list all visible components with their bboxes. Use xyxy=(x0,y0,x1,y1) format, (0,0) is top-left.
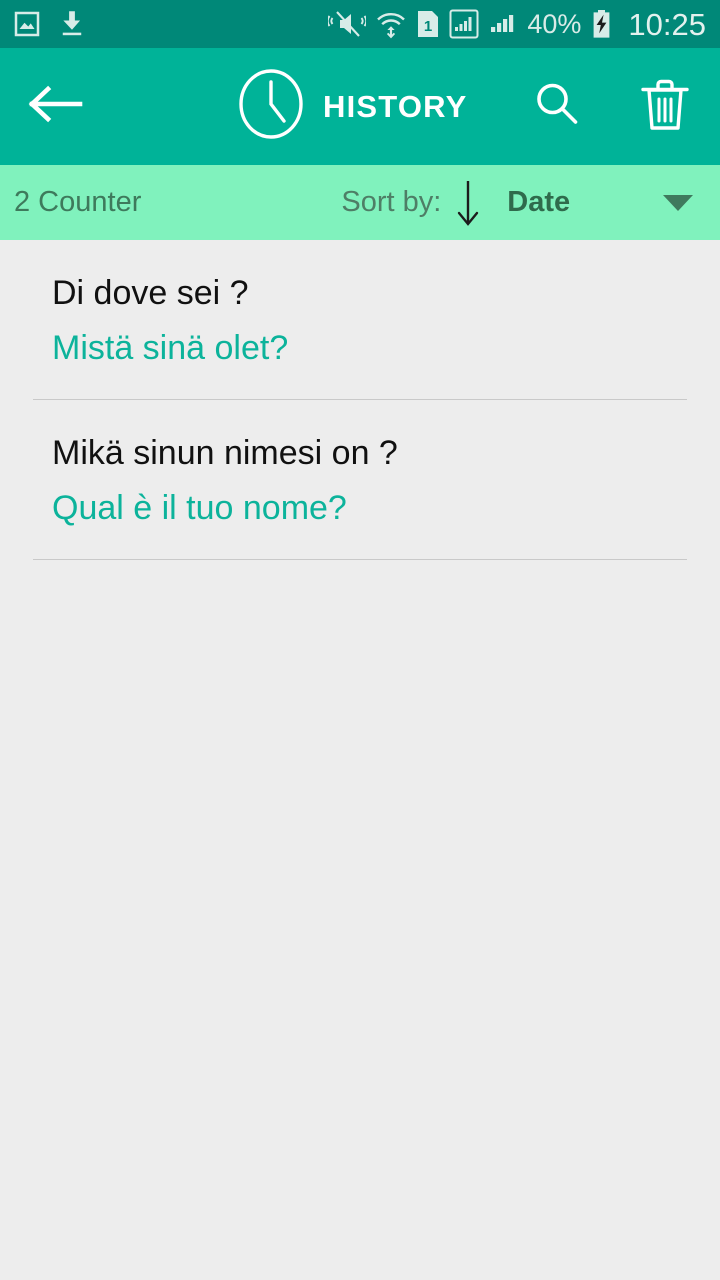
back-button[interactable] xyxy=(22,74,88,140)
trash-icon xyxy=(639,75,691,138)
counter-label: 2 Counter xyxy=(14,186,142,218)
triangle-down-icon[interactable] xyxy=(658,183,698,223)
history-source-text: Di dove sei ? xyxy=(52,274,249,312)
sim-1-icon: 1 xyxy=(416,9,440,39)
sort-bar: 2 Counter Sort by: Date xyxy=(0,165,720,240)
arrow-down-icon[interactable] xyxy=(455,177,481,229)
app-bar-actions xyxy=(528,78,694,136)
search-button[interactable] xyxy=(528,78,586,136)
status-bar-left-icons xyxy=(12,9,86,39)
history-translation-text: Mistä sinä olet? xyxy=(52,329,289,368)
signal-boxed-icon xyxy=(449,9,479,39)
svg-text:1: 1 xyxy=(424,18,432,35)
battery-charging-icon xyxy=(590,9,613,39)
sort-by-label: Sort by: xyxy=(341,186,442,218)
history-list: Di dove sei ? Mistä sinä olet? Mikä sinu… xyxy=(0,240,720,560)
mute-vibrate-icon xyxy=(328,9,367,39)
app-bar: HISTORY xyxy=(0,48,720,165)
list-divider xyxy=(33,558,687,560)
arrow-left-icon xyxy=(26,81,84,132)
history-translation-text: Qual è il tuo nome? xyxy=(52,489,347,528)
battery-percent-label: 40% xyxy=(527,8,582,39)
list-item[interactable]: Di dove sei ? Mistä sinä olet? xyxy=(0,240,720,369)
status-clock: 10:25 xyxy=(628,6,706,42)
wifi-icon xyxy=(375,9,407,39)
status-bar: 1 40% 10:25 xyxy=(0,0,720,48)
app-title-block: HISTORY xyxy=(238,68,467,145)
list-item[interactable]: Mikä sinun nimesi on ? Qual è il tuo nom… xyxy=(0,400,720,529)
sort-control[interactable]: Sort by: Date xyxy=(341,177,570,229)
page-title: HISTORY xyxy=(323,89,468,124)
status-bar-right-icons: 1 40% 10:25 xyxy=(328,9,706,40)
search-icon xyxy=(531,78,583,135)
image-icon xyxy=(12,9,42,39)
signal-bars-icon xyxy=(488,9,518,39)
sort-value-label: Date xyxy=(507,186,571,218)
download-icon xyxy=(58,9,86,39)
history-source-text: Mikä sinun nimesi on ? xyxy=(52,433,398,472)
delete-all-button[interactable] xyxy=(636,78,694,136)
clock-icon xyxy=(238,68,304,145)
